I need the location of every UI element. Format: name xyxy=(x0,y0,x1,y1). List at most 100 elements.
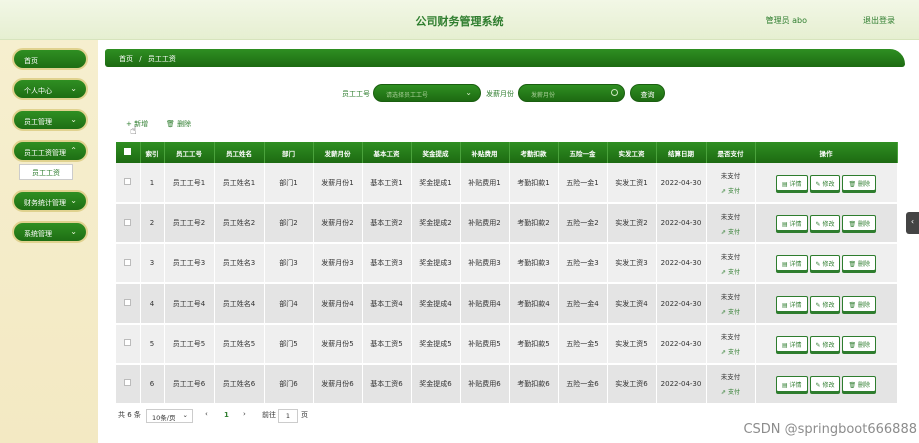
edit-button[interactable]: ✎ 修改 xyxy=(809,375,841,392)
row-delete-button[interactable]: 🗑 删除 xyxy=(842,335,877,352)
table-cell: 考勤扣款5 xyxy=(509,323,559,365)
pager-goto-input[interactable]: 1 xyxy=(278,409,298,423)
row-delete-button[interactable]: 🗑 删除 xyxy=(842,375,877,392)
detail-button[interactable]: ▤ 详情 xyxy=(775,335,808,352)
detail-button[interactable]: ▤ 详情 xyxy=(775,295,808,312)
table-cell: 6 xyxy=(140,363,165,406)
row-delete-button[interactable]: 🗑 删除 xyxy=(842,295,877,312)
pay-status-text: 未支付 xyxy=(720,373,741,382)
pay-month-label: 发薪月份 xyxy=(486,90,514,98)
pay-link[interactable]: ⇗ 支付 xyxy=(707,267,755,276)
table-cell: 员工姓名1 xyxy=(214,163,265,205)
sidebar-item-home[interactable]: 首页 xyxy=(12,48,88,70)
sidebar-item-profile[interactable]: 个人中心 ⌄ xyxy=(12,78,88,100)
table-cell: 员工工号1 xyxy=(164,163,215,205)
pay-link[interactable]: ⇗ 支付 xyxy=(707,307,755,316)
sidebar-item-finance-stats[interactable]: 财务统计管理 ⌄ xyxy=(12,190,88,212)
page-size-select[interactable]: 10条/页 ⌄ xyxy=(146,409,193,423)
table-cell: 员工工号6 xyxy=(164,363,215,406)
column-header: 操作 xyxy=(755,142,898,163)
sidebar-item-employee[interactable]: 员工管理 ⌄ xyxy=(12,109,88,131)
sidebar-item-label: 系统管理 xyxy=(24,230,52,238)
sidebar-item-salary[interactable]: 员工工资管理 ⌃ xyxy=(12,140,88,162)
pay-month-input[interactable]: 发薪月份 xyxy=(518,84,625,102)
edit-button[interactable]: ✎ 修改 xyxy=(809,255,841,272)
detail-button[interactable]: ▤ 详情 xyxy=(775,375,808,392)
column-header: 发薪月份 xyxy=(313,142,363,163)
row-select-cell[interactable] xyxy=(116,323,141,365)
pager-goto-label: 前往 xyxy=(262,411,276,419)
row-checkbox[interactable] xyxy=(124,178,132,186)
table-cell: 实发工资3 xyxy=(607,243,657,285)
row-select-cell[interactable] xyxy=(116,283,141,325)
detail-button[interactable]: ▤ 详情 xyxy=(775,215,808,232)
pay-link[interactable]: ⇗ 支付 xyxy=(707,387,755,396)
table-cell: 部门5 xyxy=(264,323,314,365)
row-select-cell[interactable] xyxy=(116,203,141,245)
pager-current[interactable]: 1 xyxy=(224,411,229,419)
row-checkbox[interactable] xyxy=(124,339,132,347)
breadcrumb-home[interactable]: 首页 xyxy=(119,55,133,63)
table-cell: 补贴费用6 xyxy=(460,363,510,406)
pay-link[interactable]: ⇗ 支付 xyxy=(707,186,755,195)
breadcrumb: 首页 / 员工工资 xyxy=(105,49,905,67)
select-all-checkbox[interactable] xyxy=(124,148,132,155)
row-checkbox[interactable] xyxy=(124,299,132,307)
pay-status-cell: 未支付 ⇗ 支付 xyxy=(706,203,756,245)
edit-button[interactable]: ✎ 修改 xyxy=(809,335,841,352)
row-checkbox[interactable] xyxy=(124,379,132,387)
table-cell: 奖金提成5 xyxy=(411,323,461,365)
search-button[interactable]: 查询 xyxy=(630,84,665,102)
table-cell: 2022-04-30 xyxy=(656,323,707,365)
table-cell: 奖金提成4 xyxy=(411,283,461,325)
salary-table: 索引 员工工号 员工姓名 部门 发薪月份 基本工资 奖金提成 补贴费用 考勤扣款… xyxy=(116,142,898,406)
edit-button[interactable]: ✎ 修改 xyxy=(809,215,841,232)
employee-id-select[interactable]: 请选择员工工号 ⌄ xyxy=(373,84,481,102)
column-header: 索引 xyxy=(140,142,165,163)
pager-prev-icon[interactable]: ‹ xyxy=(205,410,208,418)
row-checkbox[interactable] xyxy=(124,218,132,226)
table-cell: 五险一金5 xyxy=(558,323,608,365)
row-delete-button[interactable]: 🗑 删除 xyxy=(842,174,877,191)
row-delete-button[interactable]: 🗑 删除 xyxy=(842,255,877,272)
actions-cell: ▤ 详情 ✎ 修改 🗑 删除 xyxy=(755,323,898,365)
table-cell: 奖金提成2 xyxy=(411,203,461,245)
pay-link[interactable]: ⇗ 支付 xyxy=(707,347,755,356)
table-cell: 部门6 xyxy=(264,363,314,406)
table-cell: 补贴费用3 xyxy=(460,243,510,285)
logout-link[interactable]: 退出登录 xyxy=(863,15,895,26)
row-select-cell[interactable] xyxy=(116,163,141,205)
pay-status-cell: 未支付 ⇗ 支付 xyxy=(706,363,756,406)
pager-next-icon[interactable]: › xyxy=(243,410,246,418)
row-delete-button[interactable]: 🗑 删除 xyxy=(842,215,877,232)
table-cell: 员工工号5 xyxy=(164,323,215,365)
hand-cursor-icon: ☝ xyxy=(130,124,137,137)
edit-button[interactable]: ✎ 修改 xyxy=(809,295,841,312)
pager-total: 共 6 条 xyxy=(118,411,141,419)
table-cell: 2022-04-30 xyxy=(656,363,707,406)
sidebar-item-system[interactable]: 系统管理 ⌄ xyxy=(12,221,88,243)
table-cell: 部门4 xyxy=(264,283,314,325)
pay-status-text: 未支付 xyxy=(720,172,741,181)
pager-page-unit: 页 xyxy=(301,411,308,419)
table-cell: 2022-04-30 xyxy=(656,163,707,205)
detail-button[interactable]: ▤ 详情 xyxy=(775,174,808,191)
delete-button[interactable]: 🗑 删除 xyxy=(166,119,191,129)
table-cell: 基本工资1 xyxy=(362,163,412,205)
row-select-cell[interactable] xyxy=(116,243,141,285)
table-cell: 5 xyxy=(140,323,165,365)
table-cell: 实发工资6 xyxy=(607,363,657,406)
actions-cell: ▤ 详情 ✎ 修改 🗑 删除 xyxy=(755,363,898,406)
pay-link[interactable]: ⇗ 支付 xyxy=(707,227,755,236)
chevron-down-icon: ⌄ xyxy=(70,84,77,93)
row-checkbox[interactable] xyxy=(124,258,132,266)
employee-id-placeholder: 请选择员工工号 xyxy=(386,92,429,99)
table-cell: 3 xyxy=(140,243,165,285)
detail-button[interactable]: ▤ 详情 xyxy=(775,255,808,272)
sidebar-subitem-salary[interactable]: 员工工资 xyxy=(19,164,73,180)
select-all-cell[interactable] xyxy=(116,142,141,163)
collapse-tab-icon[interactable]: ‹ xyxy=(906,212,919,234)
edit-button[interactable]: ✎ 修改 xyxy=(809,174,841,191)
row-select-cell[interactable] xyxy=(116,363,141,406)
chevron-down-icon: ⌄ xyxy=(70,227,77,236)
